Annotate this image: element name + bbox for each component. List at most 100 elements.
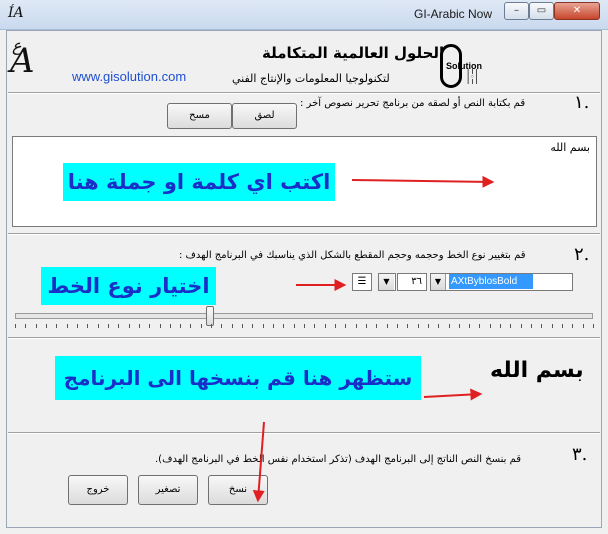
slider-tick bbox=[304, 324, 305, 328]
slider-tick bbox=[345, 324, 347, 328]
slider-tick bbox=[262, 324, 264, 328]
slider-tick bbox=[169, 324, 171, 328]
slider-tick bbox=[376, 324, 378, 328]
slider-tick bbox=[417, 324, 419, 328]
slider-tick bbox=[489, 324, 491, 328]
slider-tick bbox=[35, 324, 37, 328]
slider-tick bbox=[211, 324, 213, 328]
slider-tick bbox=[448, 324, 450, 328]
slider-tick bbox=[365, 324, 367, 328]
slider-tick bbox=[25, 324, 27, 328]
slider-tick bbox=[180, 324, 182, 328]
minimize-button[interactable]: – bbox=[504, 2, 529, 20]
slider-tick bbox=[15, 324, 16, 328]
slider-tick bbox=[582, 324, 584, 328]
slider-tick bbox=[45, 324, 47, 328]
slider-tick bbox=[283, 324, 285, 328]
close-button[interactable]: ✕ bbox=[554, 2, 600, 20]
slider-tick bbox=[56, 324, 58, 328]
slider-tick bbox=[314, 324, 316, 328]
slider-tick bbox=[97, 324, 99, 328]
separator bbox=[8, 337, 600, 339]
slider-tick bbox=[427, 324, 429, 328]
slider-ticks bbox=[15, 324, 594, 330]
window-title: GI-Arabic Now bbox=[414, 7, 493, 21]
slider-tick bbox=[242, 324, 244, 328]
slider-tick bbox=[66, 324, 68, 328]
slider-tick bbox=[190, 324, 192, 328]
slider-tick bbox=[273, 324, 275, 328]
app-logo-icon: ÍA bbox=[8, 5, 24, 21]
solution-logo: Solution ǀǀǀ ǀ◦ǀ ǀǀǀ bbox=[436, 44, 492, 88]
chevron-down-icon: ▼ bbox=[431, 274, 446, 290]
slider-tick bbox=[138, 324, 140, 328]
slider-tick bbox=[469, 324, 471, 328]
slider-tick bbox=[479, 324, 481, 328]
paste-button[interactable]: لصق bbox=[232, 103, 297, 129]
slider-tick bbox=[149, 324, 151, 328]
slider-tick bbox=[510, 324, 512, 328]
step3-number: ٣. bbox=[572, 444, 588, 465]
copy-button[interactable]: نسخ bbox=[208, 475, 268, 505]
separator bbox=[8, 92, 600, 94]
slider-tick bbox=[355, 324, 357, 328]
slider-tick bbox=[334, 324, 336, 328]
slider-tick bbox=[438, 324, 440, 328]
slider-tick bbox=[407, 324, 409, 328]
exit-button[interactable]: خروج bbox=[68, 475, 128, 505]
brand-logo: ع A bbox=[10, 38, 35, 79]
maximize-button[interactable]: ▭ bbox=[529, 2, 554, 20]
callout-choose-font: اختيار نوع الخط bbox=[41, 267, 216, 305]
chevron-down-icon: ▼ bbox=[379, 274, 394, 290]
slider-tick bbox=[562, 324, 564, 328]
minimize-app-button[interactable]: تصغير bbox=[138, 475, 198, 505]
slider-tick bbox=[531, 324, 533, 328]
step2-instruction: قم بتغيير نوع الخط وحجمه وحجم المقطع بال… bbox=[179, 250, 526, 261]
brand-logo-small: ع bbox=[12, 36, 22, 55]
slider-tick bbox=[551, 324, 553, 328]
slider-tick bbox=[396, 324, 398, 328]
slider-tick bbox=[231, 324, 233, 328]
slider-tick bbox=[520, 324, 522, 328]
website-link[interactable]: www.gisolution.com bbox=[72, 69, 186, 84]
step1-instruction: قم بكتابة النص أو لصقه من برنامج تحرير ن… bbox=[300, 98, 526, 109]
callout-result: ستظهر هنا قم بنسخها الى البرنامج bbox=[55, 356, 421, 400]
slider-tick bbox=[76, 324, 78, 328]
company-title: الحلول العالمية المتكاملة bbox=[262, 44, 445, 62]
company-subtitle: لتكنولوجيا المعلومات والإنتاج الفني bbox=[232, 72, 390, 85]
input-text: بسم الله bbox=[550, 141, 590, 154]
slider-tick bbox=[458, 324, 460, 328]
separator bbox=[8, 432, 600, 434]
slider-tick bbox=[386, 324, 388, 328]
slider-tick bbox=[87, 324, 89, 328]
align-lines-icon: ☰ bbox=[357, 276, 367, 287]
step1-number: ١. bbox=[574, 92, 590, 113]
slider-tick bbox=[200, 324, 202, 328]
step3-instruction: قم بنسخ النص الناتج إلى البرنامج الهدف (… bbox=[155, 454, 522, 465]
font-size-dropdown-button[interactable]: ▼ bbox=[378, 273, 396, 291]
slider-tick bbox=[572, 324, 574, 328]
slider-tick bbox=[293, 324, 295, 328]
segment-size-slider[interactable] bbox=[15, 313, 593, 319]
slider-tick bbox=[324, 324, 326, 328]
font-name-value: AXtByblosBold bbox=[449, 274, 533, 289]
slider-tick bbox=[541, 324, 543, 328]
preview-text: بسم الله bbox=[490, 358, 584, 383]
slider-tick bbox=[128, 324, 130, 328]
separator bbox=[8, 233, 600, 235]
slider-tick bbox=[593, 324, 594, 328]
slider-tick bbox=[159, 324, 161, 328]
slider-tick bbox=[221, 324, 223, 328]
callout-type-text: اكتب اي كلمة او جملة هنا bbox=[63, 163, 335, 201]
align-button[interactable]: ☰ bbox=[352, 273, 372, 291]
slider-tick bbox=[107, 324, 109, 328]
clear-button[interactable]: مسح bbox=[167, 103, 232, 129]
slider-tick bbox=[500, 324, 502, 328]
font-size-select[interactable]: ٣٦ bbox=[397, 273, 427, 291]
title-bar[interactable]: ÍA GI-Arabic Now – ▭ ✕ bbox=[0, 0, 608, 30]
logo-grid-icon: ǀǀǀ ǀ◦ǀ ǀǀǀ bbox=[466, 68, 479, 86]
slider-thumb[interactable] bbox=[206, 306, 214, 326]
slider-tick bbox=[118, 324, 120, 328]
step2-number: ٢. bbox=[574, 244, 590, 265]
slider-tick bbox=[252, 324, 254, 328]
